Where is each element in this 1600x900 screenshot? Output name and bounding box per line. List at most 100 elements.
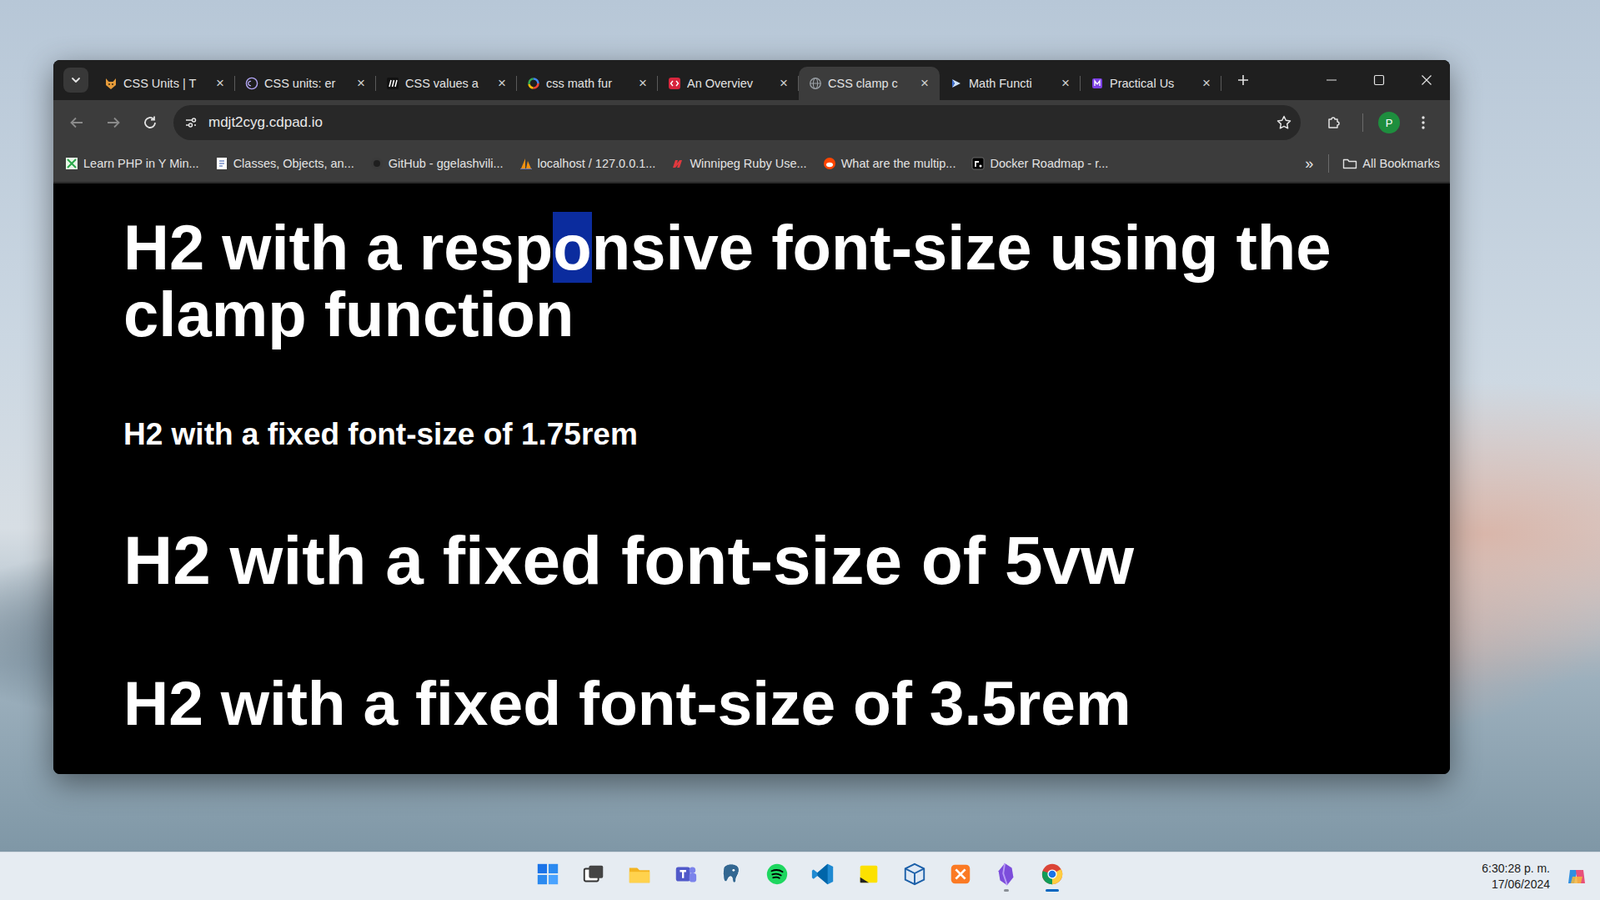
bookmark-label: Docker Roadmap - r...	[989, 156, 1109, 171]
taskbar-app[interactable]	[892, 852, 938, 900]
tab-label: CSS Units | T	[123, 76, 207, 91]
phpmyadmin-sail-icon	[519, 156, 533, 171]
bookmark-item[interactable]: localhost / 127.0.0.1...	[514, 153, 662, 174]
reload-icon[interactable]	[133, 105, 167, 140]
taskbar-app[interactable]	[1029, 852, 1076, 900]
taskbar-app[interactable]	[662, 852, 709, 900]
obsidian-icon	[993, 861, 1019, 887]
tab-close-button[interactable]: ×	[635, 75, 651, 92]
tab-close-button[interactable]: ×	[776, 75, 792, 92]
file-explorer-icon	[626, 861, 653, 887]
tab-label: CSS clamp c	[827, 76, 912, 91]
desktop-wallpaper: CSS Units | T×CSS units: er×CSS values a…	[0, 0, 1600, 852]
bookmark-label: Learn PHP in Y Min...	[83, 156, 200, 171]
taskbar-app[interactable]	[983, 852, 1030, 900]
browser-tab[interactable]: An Overviev ×	[657, 66, 799, 101]
folder-icon	[1342, 156, 1358, 171]
bookmark-item[interactable]: Learn PHP in Y Min...	[60, 153, 205, 174]
tab-label: An Overviev	[687, 76, 771, 91]
site-settings-icon[interactable]	[183, 115, 199, 131]
globe-icon	[808, 76, 823, 91]
tab-close-button[interactable]: ×	[494, 75, 510, 92]
taskbar-app[interactable]	[571, 852, 617, 900]
heading-text: H2 with a resp	[123, 211, 553, 283]
taskbar: 6:30:28 p. m.17/06/2024	[0, 851, 1600, 900]
task-view-icon	[581, 861, 607, 887]
star-icon[interactable]	[1275, 114, 1293, 131]
tab-close-button[interactable]: ×	[353, 75, 369, 92]
tab-label: CSS values a	[405, 76, 489, 91]
tab-close-button[interactable]: ×	[212, 75, 228, 92]
toolbar-separator	[1362, 113, 1364, 132]
taskbar-apps	[525, 852, 1076, 900]
browser-tab[interactable]: Math Functi×	[939, 66, 1081, 101]
minimize-icon[interactable]	[1307, 60, 1355, 101]
clock-time: 6:30:28 p. m.	[1481, 860, 1550, 877]
ruby-meetup-icon	[671, 156, 685, 171]
all-bookmarks-button[interactable]: All Bookmarks	[1337, 153, 1445, 174]
tab-label: css math fur	[546, 76, 630, 91]
browser-tab[interactable]: css math fur ×	[516, 66, 658, 101]
clock[interactable]: 6:30:28 p. m.17/06/2024	[1481, 860, 1550, 893]
medium-logo-icon	[1090, 76, 1104, 91]
copilot-icon[interactable]	[1564, 864, 1589, 888]
running-indicator	[1045, 888, 1059, 892]
page-heading: H2 with a fixed font-size of 5vw	[123, 520, 1380, 601]
taskbar-app[interactable]	[616, 852, 663, 900]
maximize-icon[interactable]	[1354, 60, 1403, 101]
bookmark-item[interactable]: Classes, Objects, an...	[210, 153, 360, 174]
clock-date: 17/06/2024	[1481, 876, 1550, 893]
chevron-down-icon	[70, 74, 82, 86]
back-arrow-icon[interactable]	[60, 105, 94, 140]
forward-arrow-icon[interactable]	[96, 105, 131, 140]
sticky-notes-icon	[856, 861, 882, 887]
page-heading: H2 with a fixed font-size of 3.5rem	[123, 666, 1380, 740]
more-menu-icon[interactable]	[1406, 105, 1440, 140]
browser-tab[interactable]: CSS Units | T ×	[94, 66, 236, 101]
close-icon[interactable]	[1402, 60, 1450, 101]
heading-text: H2 with a fixed font-size of 3.5rem	[123, 667, 1132, 738]
bookmarks-bar: Learn PHP in Y Min... Classes, Objects, a…	[53, 145, 1450, 184]
profile-avatar[interactable]: P	[1378, 111, 1400, 134]
bookmark-label: Winnipeg Ruby Use...	[689, 156, 807, 171]
page-content: H2 with a responsive font-size using the…	[53, 183, 1450, 774]
extensions-puzzle-icon[interactable]	[1317, 105, 1351, 140]
github-icon	[370, 156, 384, 171]
taskbar-app[interactable]	[525, 852, 572, 900]
postgresql-icon	[718, 861, 744, 887]
tab-search-button[interactable]	[63, 67, 89, 93]
document-icon	[215, 156, 229, 171]
bookmark-item[interactable]: GitHub - ggelashvili...	[365, 153, 509, 174]
roadmap-logo-icon	[971, 156, 985, 171]
xampp-icon	[947, 861, 974, 887]
bookmarks-right: » All Bookmarks	[1298, 153, 1445, 174]
bookmark-item[interactable]: Winnipeg Ruby Use...	[666, 153, 812, 174]
browser-tab[interactable]: CSS values a ×	[376, 66, 517, 101]
tab-close-button[interactable]: ×	[1198, 75, 1214, 92]
window-controls	[1307, 60, 1450, 101]
browser-window: CSS Units | T×CSS units: er×CSS values a…	[53, 60, 1450, 774]
browser-tab[interactable]: Practical Us×	[1080, 66, 1222, 101]
bookmarks-separator	[1328, 154, 1330, 173]
taskbar-app[interactable]	[846, 852, 893, 900]
taskbar-app[interactable]	[754, 852, 801, 900]
fox-icon	[104, 76, 118, 91]
address-bar[interactable]: mdjt2cyg.cdpad.io	[173, 105, 1301, 141]
plus-icon[interactable]	[1228, 65, 1259, 96]
bookmark-item[interactable]: What are the multip...	[817, 153, 962, 174]
taskbar-app[interactable]	[937, 852, 984, 900]
tab-close-button[interactable]: ×	[1058, 75, 1074, 92]
bookmark-item[interactable]: Docker Roadmap - r...	[966, 153, 1114, 174]
heading-text: H2 with a fixed font-size of 5vw	[123, 521, 1134, 598]
bookmark-label: GitHub - ggelashvili...	[388, 156, 504, 171]
desktop: CSS Units | T×CSS units: er×CSS values a…	[0, 0, 1600, 900]
bookmarks-overflow-button[interactable]: »	[1298, 155, 1320, 173]
taskbar-app[interactable]	[708, 852, 755, 900]
tab-close-button[interactable]: ×	[917, 75, 933, 92]
taskbar-app[interactable]	[800, 852, 847, 900]
reddit-icon	[822, 156, 837, 171]
tab-label: CSS units: er	[264, 76, 348, 91]
teams-icon	[672, 861, 698, 887]
browser-tab[interactable]: CSS clamp c ×	[798, 66, 940, 101]
browser-tab[interactable]: CSS units: er ×	[235, 66, 377, 101]
